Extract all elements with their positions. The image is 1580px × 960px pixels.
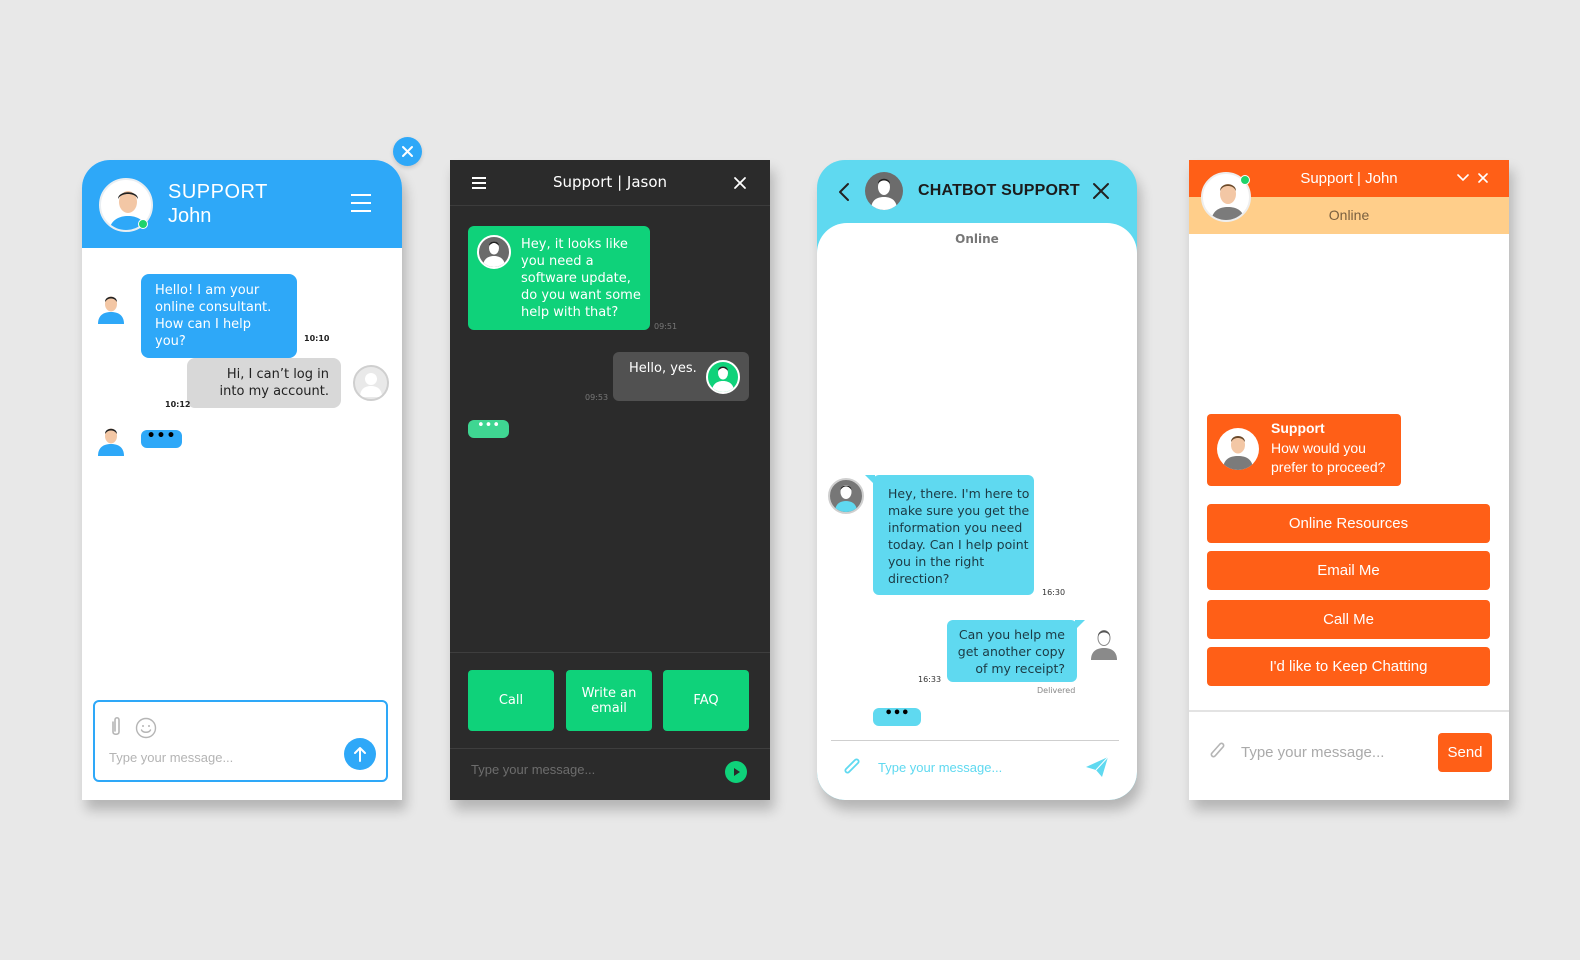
agent-avatar-icon bbox=[483, 241, 505, 267]
option-call-me[interactable]: Call Me bbox=[1207, 600, 1490, 639]
agent-name: John bbox=[1365, 170, 1398, 187]
option-online-resources[interactable]: Online Resources bbox=[1207, 504, 1490, 543]
message-composer bbox=[93, 700, 388, 782]
divider bbox=[831, 740, 1119, 741]
message-timestamp: 09:51 bbox=[654, 322, 678, 331]
message-text: Hey, it looks like you need a software u… bbox=[521, 237, 641, 320]
user-avatar-icon bbox=[712, 366, 734, 392]
agent-avatar-icon bbox=[871, 178, 897, 210]
status-label: Online bbox=[955, 232, 999, 246]
agent-avatar bbox=[477, 235, 511, 269]
online-indicator bbox=[1240, 175, 1250, 185]
header-separator: | bbox=[617, 173, 627, 191]
user-message: Hello, yes. bbox=[613, 352, 749, 401]
online-indicator bbox=[138, 219, 148, 229]
chat-widget-dark: Support | Jason Hey, it looks like you n… bbox=[450, 160, 770, 800]
agent-avatar bbox=[1217, 428, 1259, 470]
message-text: Can you help me get another copy of my r… bbox=[957, 627, 1065, 676]
close-icon[interactable] bbox=[732, 175, 748, 191]
agent-name: Jason bbox=[626, 173, 668, 191]
agent-message: Hey, it looks like you need a software u… bbox=[468, 226, 650, 330]
header-title: SUPPORT bbox=[168, 181, 268, 203]
message-text: How would you prefer to proceed? bbox=[1271, 440, 1386, 475]
divider bbox=[450, 652, 770, 653]
delivered-status: Delivered bbox=[1037, 686, 1076, 695]
message-sender: Support bbox=[1271, 420, 1325, 436]
close-icon[interactable] bbox=[1478, 173, 1488, 183]
message-timestamp: 16:30 bbox=[1042, 588, 1066, 597]
typing-indicator: ••• bbox=[141, 429, 182, 448]
back-chevron-icon[interactable] bbox=[838, 182, 850, 202]
message-input[interactable] bbox=[471, 762, 701, 777]
message-timestamp: 09:53 bbox=[585, 393, 609, 402]
agent-avatar bbox=[828, 478, 864, 514]
faq-button[interactable]: FAQ bbox=[663, 670, 749, 731]
chat-widget-cyan: CHATBOT SUPPORT Online Hey, there. I'm h… bbox=[817, 160, 1137, 800]
typing-indicator: ••• bbox=[468, 419, 509, 438]
agent-avatar-icon bbox=[98, 428, 124, 456]
agent-avatar-small bbox=[96, 292, 126, 324]
message-timestamp: 10:10 bbox=[304, 334, 330, 343]
agent-message: Hello! I am your online consultant. How … bbox=[141, 274, 297, 358]
message-input[interactable] bbox=[878, 760, 1058, 775]
option-email-me[interactable]: Email Me bbox=[1207, 551, 1490, 590]
user-message: Hi, I can’t log in into my account. bbox=[187, 358, 341, 408]
menu-icon[interactable] bbox=[351, 194, 371, 212]
paperclip-icon[interactable] bbox=[1209, 741, 1227, 763]
header-title: CHATBOT SUPPORT bbox=[918, 182, 1080, 199]
call-button[interactable]: Call bbox=[468, 670, 554, 731]
chat-widget-orange: Support | John Online Support How would … bbox=[1189, 160, 1509, 800]
option-keep-chatting[interactable]: I'd like to Keep Chatting bbox=[1207, 647, 1490, 686]
message-timestamp: 10:12 bbox=[165, 400, 191, 409]
send-button[interactable] bbox=[725, 761, 747, 783]
agent-message: Hey, there. I'm here to make sure you ge… bbox=[873, 475, 1034, 595]
agent-avatar bbox=[865, 172, 903, 210]
smile-icon[interactable] bbox=[135, 717, 157, 739]
send-button[interactable] bbox=[344, 738, 376, 770]
arrow-up-icon bbox=[354, 747, 366, 762]
agent-message: Support How would you prefer to proceed? bbox=[1207, 414, 1401, 486]
user-avatar bbox=[706, 360, 740, 394]
divider bbox=[450, 748, 770, 749]
divider bbox=[1189, 710, 1509, 712]
agent-avatar-icon bbox=[835, 485, 857, 512]
header-support-label: Support bbox=[1300, 170, 1353, 187]
bubble-tail bbox=[1075, 620, 1085, 630]
header-support-label: Support bbox=[552, 173, 613, 191]
message-text: Hello, yes. bbox=[629, 361, 697, 376]
agent-name: John bbox=[168, 205, 212, 227]
chat-header: SUPPORT John bbox=[82, 160, 402, 248]
user-avatar bbox=[353, 365, 389, 401]
paper-plane-icon[interactable] bbox=[1085, 756, 1109, 778]
play-send-icon bbox=[734, 768, 740, 776]
paperclip-icon[interactable] bbox=[842, 756, 862, 778]
chevron-down-icon[interactable] bbox=[1457, 174, 1469, 182]
paperclip-icon[interactable] bbox=[109, 716, 123, 738]
chat-header: Support | Jason bbox=[450, 160, 770, 206]
send-button[interactable]: Send bbox=[1438, 733, 1492, 772]
header-separator: | bbox=[1357, 170, 1366, 187]
user-message: Can you help me get another copy of my r… bbox=[947, 620, 1077, 682]
message-input[interactable] bbox=[1241, 744, 1421, 761]
agent-avatar-icon bbox=[98, 296, 124, 324]
agent-avatar-icon bbox=[1223, 436, 1253, 470]
user-avatar-icon bbox=[360, 373, 382, 397]
agent-avatar-small bbox=[96, 424, 126, 456]
message-input[interactable] bbox=[109, 750, 329, 765]
message-text: Hey, there. I'm here to make sure you ge… bbox=[888, 486, 1030, 586]
chat-widget-blue: SUPPORT John Hello! I am your online con… bbox=[82, 160, 402, 800]
message-timestamp: 16:33 bbox=[918, 675, 942, 684]
user-avatar-icon bbox=[1091, 630, 1117, 660]
close-icon[interactable] bbox=[1092, 182, 1110, 200]
write-email-button[interactable]: Write an email bbox=[566, 670, 652, 731]
header-title: Support | Jason bbox=[450, 173, 770, 191]
typing-indicator: ••• bbox=[873, 707, 921, 726]
